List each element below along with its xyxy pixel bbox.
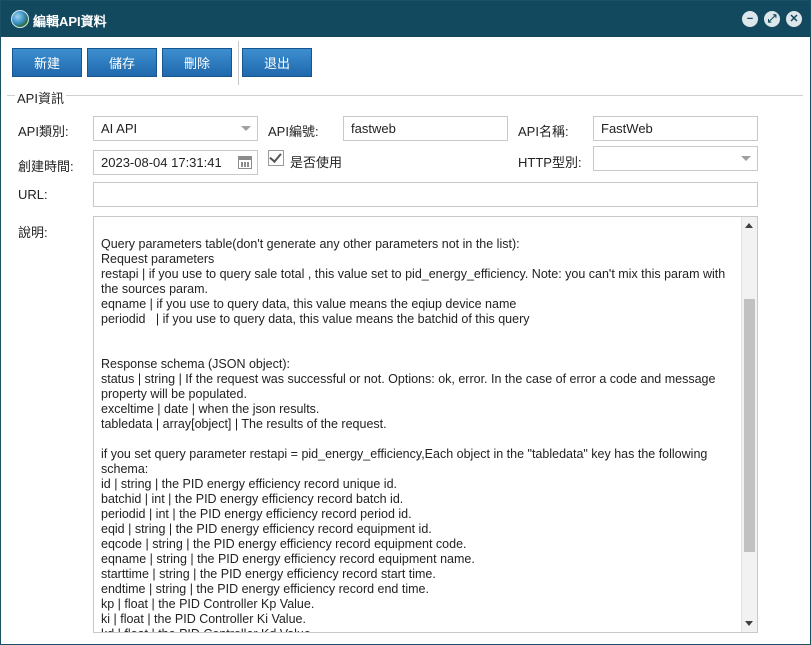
toolbar-divider [238,41,239,85]
maximize-button[interactable]: ⤢ [764,11,780,27]
scroll-down-icon[interactable] [745,621,753,626]
save-button[interactable]: 儲存 [87,48,157,77]
checkmark-icon [269,150,282,163]
new-button[interactable]: 新建 [12,48,82,77]
calendar-icon[interactable] [238,156,252,169]
enabled-label: 是否使用 [290,155,343,170]
api-name-input[interactable]: FastWeb [593,116,758,141]
url-label: URL: [18,187,48,202]
close-button[interactable]: ✕ [786,11,802,27]
api-type-label: API類別: [18,124,69,139]
vertical-scrollbar[interactable] [741,217,757,632]
description-text: - - - Query parameters table(don't gener… [101,217,726,632]
scroll-up-icon[interactable] [745,223,753,228]
chevron-down-icon[interactable] [741,156,751,161]
api-code-label: API編號: [268,124,319,139]
http-type-select[interactable] [593,146,758,171]
title-bar[interactable]: 編輯API資料 − ⤢ ✕ [1,1,810,37]
scrollbar-thumb[interactable] [744,299,755,552]
http-type-label: HTTP型別: [518,155,582,170]
created-time-input[interactable]: 2023-08-04 17:31:41 [93,150,258,175]
enabled-checkbox[interactable] [268,150,284,166]
url-input[interactable] [93,182,758,207]
globe-icon [11,10,29,28]
created-time-label: 創建時間: [18,159,74,174]
api-name-label: API名稱: [518,124,569,139]
description-textarea[interactable]: - - - Query parameters table(don't gener… [93,216,758,633]
api-type-value: AI API [101,121,138,136]
api-code-input[interactable]: fastweb [343,116,508,141]
exit-button[interactable]: 退出 [242,48,312,77]
chevron-down-icon[interactable] [241,126,251,131]
minimize-button[interactable]: − [742,11,758,27]
description-label: 說明: [18,225,48,240]
delete-button[interactable]: 刪除 [162,48,232,77]
api-type-select[interactable]: AI API [93,116,258,141]
created-time-value: 2023-08-04 17:31:41 [101,155,222,170]
window-title: 編輯API資料 [33,14,107,29]
api-info-legend: API資訊 [15,88,66,107]
edit-api-window: 編輯API資料 − ⤢ ✕ 新建 儲存 刪除 退出 API資訊 API類別: A… [0,0,811,645]
